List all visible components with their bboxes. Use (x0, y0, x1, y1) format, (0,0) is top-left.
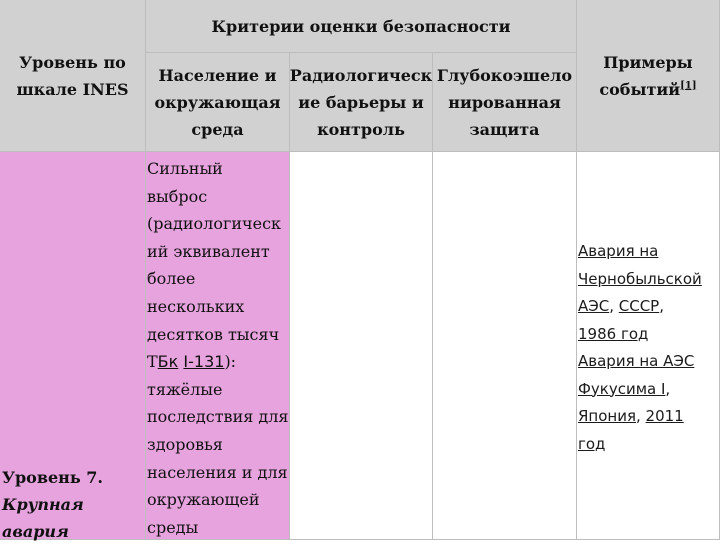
fukushima-link[interactable]: Фукусима I (578, 380, 665, 398)
header-population-line: окружающая (154, 92, 281, 112)
description-line: последствия для (147, 407, 289, 427)
header-population-line: Население и (158, 65, 277, 85)
level-7-examples: Авария на Чернобыльской АЭС, СССР, 1986 … (578, 238, 719, 458)
becquerel-link[interactable]: Бк (158, 352, 179, 371)
header-deep-defense: Глубокоэшело нированная защита (433, 53, 577, 152)
description-line: выброс (147, 186, 208, 206)
description-line: окружающей (147, 490, 260, 510)
description-line: ий эквивалент (147, 241, 270, 261)
year-1986-link[interactable]: 1986 год (578, 321, 719, 349)
unit-prefix: Т (147, 352, 158, 372)
description-line: более (147, 269, 196, 289)
iodine-131-link[interactable]: I-131 (183, 352, 224, 371)
header-deep-line: Глубокоэшело (436, 65, 573, 85)
year-2011-link[interactable]: 2011 (646, 407, 684, 425)
level-7-radiological-cell (290, 152, 433, 540)
header-radiological-line: ие барьеры и (298, 92, 424, 112)
description-line: десятков тысяч (147, 324, 280, 344)
header-criteria-text: Критерии оценки безопасности (211, 16, 511, 36)
header-criteria: Критерии оценки безопасности (146, 0, 577, 53)
level-7-description-cell: Сильный выброс (радиологическ ий эквивал… (146, 152, 290, 540)
level-7-subtitle: Крупная авария (2, 495, 84, 541)
description-line: (радиологическ (147, 214, 282, 234)
japan-link[interactable]: Япония (578, 407, 636, 425)
chernobyl-link[interactable]: Авария на (578, 238, 719, 266)
level-7-cell: Уровень 7. Крупная авария (0, 152, 146, 541)
description-line: среды (147, 517, 199, 537)
description-line: населения и для (147, 462, 288, 482)
level-7-description: Сильный выброс (радиологическ ий эквивал… (147, 155, 289, 541)
chernobyl-link[interactable]: АЭС (578, 297, 609, 315)
header-level-line: шкале INES (16, 79, 129, 99)
header-examples-line: Примеры (603, 52, 693, 72)
chernobyl-link[interactable]: Чернобыльской (578, 266, 719, 294)
level-7-deep-defense-cell (433, 152, 577, 540)
header-radiological-line: контроль (317, 119, 405, 139)
description-line: тяжёлые (147, 379, 223, 399)
header-radiological: Радиологическ ие барьеры и контроль (290, 53, 433, 152)
level-7-title: Уровень 7. (2, 468, 103, 487)
year-2011-link[interactable]: год (578, 431, 719, 459)
description-punct: ): (224, 352, 237, 372)
reference-link[interactable]: [1] (680, 80, 696, 91)
header-radiological-line: Радиологическ (289, 65, 433, 85)
header-population: Население и окружающая среда (146, 53, 290, 152)
header-level-line: Уровень по (19, 52, 126, 72)
fukushima-link[interactable]: Авария на АЭС (578, 348, 719, 376)
ussr-link[interactable]: СССР (619, 297, 659, 315)
header-examples-line: событий (599, 79, 681, 99)
ines-table: Уровень по шкале INES Критерии оценки бе… (0, 0, 720, 541)
description-line: здоровья (147, 434, 223, 454)
level-7-examples-cell: Авария на Чернобыльской АЭС, СССР, 1986 … (577, 152, 720, 540)
header-population-line: среда (191, 119, 244, 139)
header-deep-line: нированная (448, 92, 561, 112)
header-deep-line: защита (469, 119, 540, 139)
header-level: Уровень по шкале INES (0, 0, 146, 152)
description-line: Сильный (147, 159, 223, 178)
description-line: нескольких (147, 296, 245, 316)
header-examples: Примеры событий[1] (577, 0, 720, 152)
